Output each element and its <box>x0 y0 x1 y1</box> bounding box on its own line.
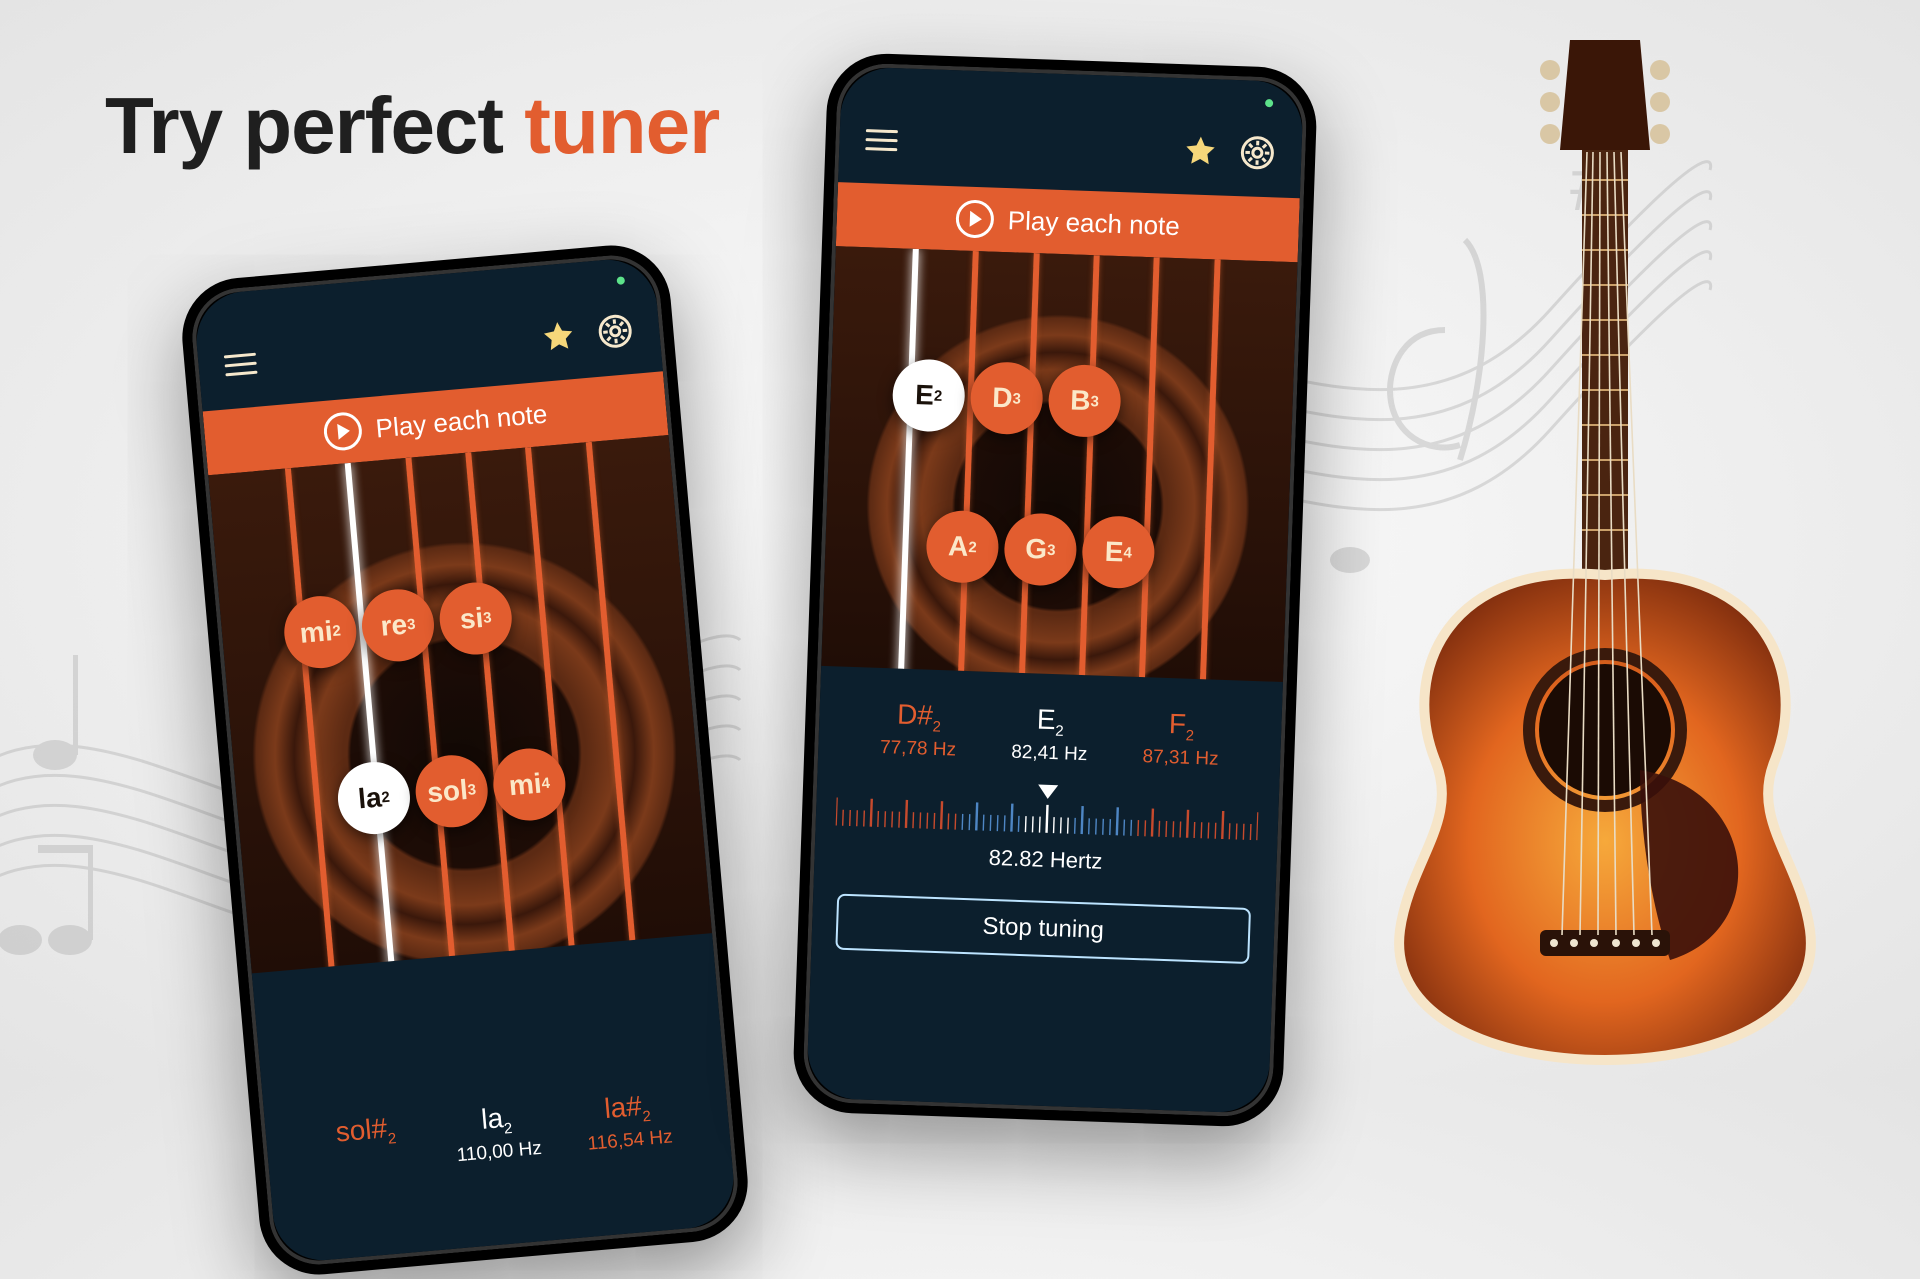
strings-area: mi2 re3 si3 la2 sol3 mi4 <box>208 435 712 973</box>
guitar-illustration <box>1340 30 1860 1070</box>
string-6[interactable] <box>586 442 679 974</box>
play-label: Play each note <box>1007 205 1180 242</box>
strings-group <box>821 246 1297 682</box>
tuning-ruler <box>836 777 1259 842</box>
phone-mock-left: Play each note mi2 re3 si3 la2 sol3 mi4 … <box>177 241 752 1279</box>
play-label: Play each note <box>374 398 548 444</box>
freq-right: la#2 116,54 Hz <box>560 1086 696 1158</box>
string-5[interactable] <box>525 447 618 973</box>
stop-tuning-button[interactable]: Stop tuning <box>835 893 1251 963</box>
freq-left: D#2 77,78 Hz <box>852 697 985 762</box>
freq-center: la2 110,00 Hz <box>430 1097 566 1169</box>
string-4[interactable] <box>1065 255 1100 682</box>
frequency-readout: D#2 77,78 Hz E2 82,41 Hz F2 87,31 Hz <box>818 666 1283 773</box>
play-icon <box>955 199 994 238</box>
star-icon[interactable] <box>1183 133 1218 168</box>
frequency-readout: sol#2 la2 110,00 Hz la#2 116,54 Hz <box>262 1053 730 1184</box>
string-3[interactable] <box>405 458 498 974</box>
string-1[interactable] <box>285 468 378 973</box>
play-icon <box>322 411 363 452</box>
status-dot-icon <box>616 276 625 285</box>
title-accent: tuner <box>524 81 719 170</box>
ruler-indicator-icon <box>1038 784 1058 799</box>
phone-mock-right: Play each note E2 D3 B3 A2 G3 E4 D#2 7 <box>792 52 1319 1128</box>
string-1[interactable] <box>884 249 919 682</box>
title-prefix: Try perfect <box>105 81 524 170</box>
freq-right: F2 87,31 Hz <box>1115 706 1248 771</box>
string-3[interactable] <box>1004 253 1039 682</box>
freq-center: E2 82,41 Hz <box>983 702 1116 767</box>
string-5[interactable] <box>1125 257 1160 682</box>
gear-icon[interactable] <box>1239 134 1276 171</box>
page-title: Try perfect tuner <box>105 80 719 172</box>
status-dot-icon <box>1265 99 1273 107</box>
current-frequency: 82.82 Hertz <box>814 838 1277 880</box>
freq-left: sol#2 <box>299 1108 435 1180</box>
menu-icon[interactable] <box>865 129 898 151</box>
string-6[interactable] <box>1185 259 1220 682</box>
strings-group <box>208 435 712 973</box>
menu-icon[interactable] <box>224 352 258 376</box>
strings-area: E2 D3 B3 A2 G3 E4 <box>821 246 1297 682</box>
string-2[interactable] <box>345 463 438 974</box>
app-topbar <box>838 94 1303 198</box>
string-2[interactable] <box>944 251 979 682</box>
star-icon[interactable] <box>540 318 577 355</box>
gear-icon[interactable] <box>596 312 635 351</box>
string-4[interactable] <box>465 452 558 973</box>
